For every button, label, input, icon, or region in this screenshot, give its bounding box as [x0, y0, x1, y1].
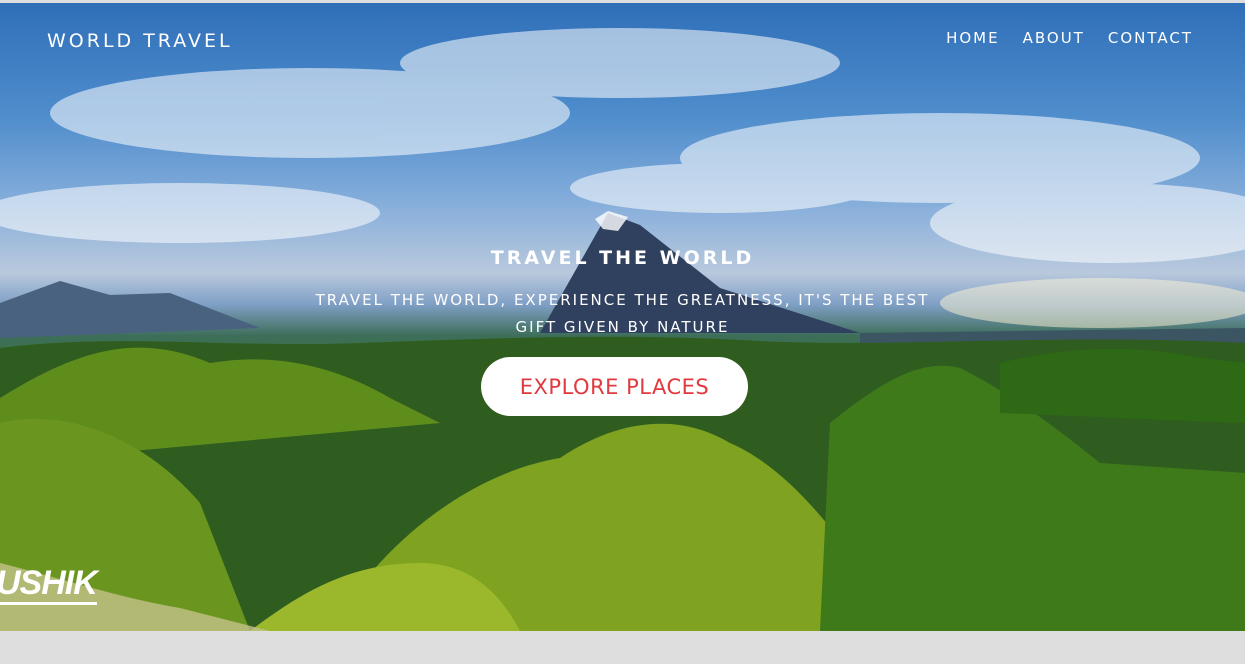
page-bottom-strip: [0, 631, 1245, 664]
nav-link-contact[interactable]: CONTACT: [1108, 29, 1193, 47]
brand-logo-text[interactable]: WORLD TRAVEL: [47, 30, 233, 52]
signature-watermark: USHIK: [0, 564, 98, 605]
main-nav: HOME ABOUT CONTACT: [946, 29, 1193, 47]
hero-headline: TRAVEL THE WORLD: [490, 247, 755, 269]
hero-section: WORLD TRAVEL HOME ABOUT CONTACT TRAVEL T…: [0, 3, 1245, 631]
nav-link-about[interactable]: ABOUT: [1023, 29, 1085, 47]
explore-places-button[interactable]: EXPLORE PLACES: [481, 357, 748, 416]
hero-tagline: TRAVEL THE WORLD, EXPERIENCE THE GREATNE…: [315, 291, 930, 336]
nav-link-home[interactable]: HOME: [946, 29, 1000, 47]
hero-text-block: TRAVEL THE WORLD TRAVEL THE WORLD, EXPER…: [0, 247, 1245, 341]
